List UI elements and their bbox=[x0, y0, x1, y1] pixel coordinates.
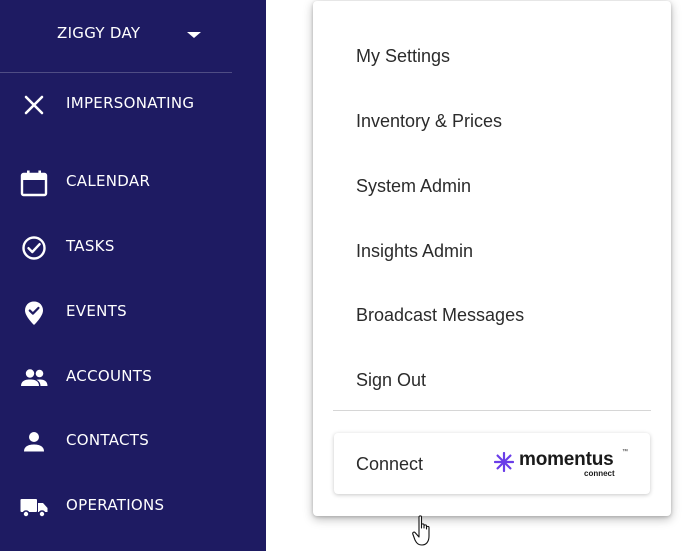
momentus-connect-logo: momentus ™ connect bbox=[494, 449, 634, 479]
sidebar-item-events[interactable]: EVENTS bbox=[0, 291, 266, 335]
sidebar-item-calendar[interactable]: CALENDAR bbox=[0, 161, 266, 205]
user-dropdown-menu: My Settings Inventory & Prices System Ad… bbox=[313, 1, 671, 516]
sidebar-item-operations[interactable]: OPERATIONS bbox=[0, 485, 266, 529]
logo-subtitle: connect bbox=[584, 469, 615, 478]
logo-word: momentus bbox=[519, 449, 614, 470]
menu-item-label: Sign Out bbox=[356, 370, 427, 390]
menu-item-label: Inventory & Prices bbox=[356, 111, 503, 131]
connect-label: Connect bbox=[356, 454, 424, 474]
check-circle-icon bbox=[20, 234, 48, 262]
menu-divider bbox=[333, 410, 651, 411]
user-name: ZIGGY DAY bbox=[57, 24, 141, 42]
sidebar-item-label: EVENTS bbox=[66, 302, 127, 320]
starburst-icon bbox=[494, 452, 514, 472]
menu-item-inventory-prices[interactable]: Inventory & Prices bbox=[313, 98, 671, 144]
menu-item-system-admin[interactable]: System Admin bbox=[313, 163, 671, 209]
hand-pointer-cursor-icon bbox=[412, 515, 430, 546]
sidebar-item-label: CONTACTS bbox=[66, 431, 150, 449]
menu-item-sign-out[interactable]: Sign Out bbox=[313, 357, 671, 403]
menu-item-broadcast-messages[interactable]: Broadcast Messages bbox=[313, 292, 671, 338]
sidebar-item-tasks[interactable]: TASKS bbox=[0, 226, 266, 270]
menu-item-label: Insights Admin bbox=[356, 241, 474, 261]
impersonating-exit-button[interactable]: IMPERSONATING bbox=[0, 83, 266, 127]
sidebar-item-label: CALENDAR bbox=[66, 172, 151, 190]
sidebar: ZIGGY DAY IMPERSONATING CALENDAR TASKS E… bbox=[0, 0, 266, 551]
location-check-icon bbox=[20, 299, 48, 327]
sidebar-item-label: ACCOUNTS bbox=[66, 367, 153, 385]
truck-icon bbox=[20, 493, 48, 521]
impersonating-label: IMPERSONATING bbox=[66, 94, 195, 112]
sidebar-item-accounts[interactable]: ACCOUNTS bbox=[0, 356, 266, 400]
menu-item-my-settings[interactable]: My Settings bbox=[313, 33, 671, 79]
people-icon bbox=[20, 364, 48, 392]
person-icon bbox=[20, 428, 48, 456]
calendar-icon bbox=[20, 169, 48, 197]
menu-item-label: My Settings bbox=[356, 46, 451, 66]
user-menu-toggle[interactable]: ZIGGY DAY bbox=[0, 0, 232, 73]
connect-card[interactable]: Connect momentus ™ connect bbox=[334, 433, 650, 494]
menu-item-insights-admin[interactable]: Insights Admin bbox=[313, 228, 671, 274]
menu-item-label: Broadcast Messages bbox=[356, 305, 525, 325]
caret-down-icon bbox=[187, 32, 201, 38]
close-icon bbox=[20, 91, 48, 119]
sidebar-item-label: TASKS bbox=[66, 237, 115, 255]
logo-trademark: ™ bbox=[622, 449, 628, 455]
menu-item-label: System Admin bbox=[356, 176, 472, 196]
sidebar-item-label: OPERATIONS bbox=[66, 496, 165, 514]
sidebar-item-contacts[interactable]: CONTACTS bbox=[0, 420, 266, 464]
